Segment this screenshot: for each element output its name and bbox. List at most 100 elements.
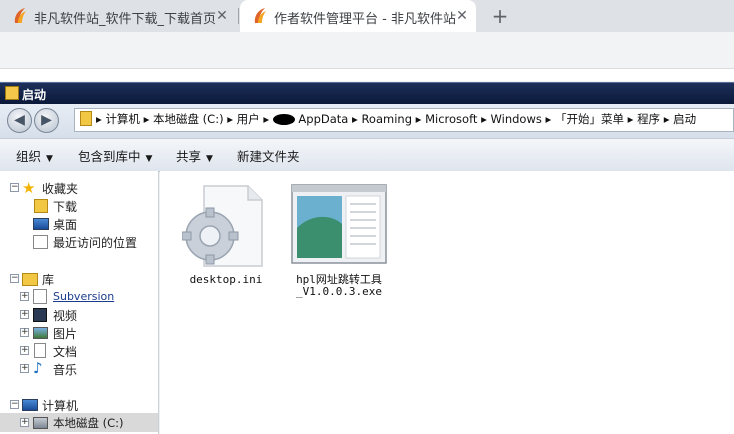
breadcrumb-sep-icon: ▸: [263, 112, 270, 126]
tree-item-pictures[interactable]: + 图片: [0, 324, 158, 342]
download-folder-icon: [34, 199, 48, 213]
include-in-library-button[interactable]: 包含到库中 ▼: [78, 146, 152, 165]
browser-toolbar: [0, 32, 734, 69]
site-favicon-icon: [254, 8, 266, 23]
breadcrumb-appdata[interactable]: AppData: [298, 112, 348, 126]
dropdown-arrow-icon: ▼: [46, 154, 53, 164]
tab-title: 非凡软件站_软件下载_下载首页: [34, 12, 217, 27]
expand-icon[interactable]: +: [20, 292, 29, 301]
breadcrumb: ▸ 计算机 ▸ 本地磁盘 (C:) ▸ 用户 ▸ AppData ▸ Roami…: [96, 111, 696, 127]
browser-tab-download-home[interactable]: 非凡软件站_软件下载_下载首页 ✕: [0, 0, 238, 32]
breadcrumb-sep-icon: ▸: [415, 112, 422, 126]
expand-icon[interactable]: +: [20, 346, 29, 355]
organize-button[interactable]: 组织 ▼: [16, 146, 53, 165]
tree-item-downloads[interactable]: 下载: [0, 197, 158, 215]
expand-icon[interactable]: +: [20, 310, 29, 319]
folder-icon: [80, 111, 92, 126]
command-label: 组织: [16, 149, 42, 164]
breadcrumb-sep-icon: ▸: [96, 112, 102, 126]
picture-icon: [33, 327, 48, 339]
breadcrumb-start-menu[interactable]: 「开始」菜单: [555, 112, 624, 126]
browser-tab-author-platform[interactable]: 作者软件管理平台 - 非凡软件站 ✕: [240, 0, 476, 32]
breadcrumb-sep-icon: ▸: [143, 112, 150, 126]
expand-icon[interactable]: +: [20, 418, 29, 427]
window-title: 启动: [22, 88, 47, 102]
dropdown-arrow-icon: ▼: [206, 154, 213, 164]
collapse-icon[interactable]: −: [10, 274, 19, 283]
tree-label: 最近访问的位置: [53, 236, 138, 250]
forward-arrow-icon: ▶: [41, 112, 52, 128]
tree-item-local-disk[interactable]: + 本地磁盘 (C:): [0, 414, 158, 432]
breadcrumb-computer[interactable]: 计算机: [105, 112, 140, 126]
tree-computer[interactable]: − 计算机: [0, 396, 158, 414]
breadcrumb-users[interactable]: 用户: [237, 112, 260, 126]
app-window-icon: [291, 184, 387, 264]
expand-icon[interactable]: +: [20, 364, 29, 373]
tree-label: 计算机: [42, 399, 79, 413]
recent-places-icon: [33, 235, 48, 249]
video-icon: [33, 308, 47, 322]
tab-close-icon[interactable]: ✕: [212, 6, 232, 26]
drive-icon: [33, 417, 48, 429]
back-arrow-icon: ◀: [14, 112, 25, 128]
breadcrumb-programs[interactable]: 程序: [637, 112, 660, 126]
breadcrumb-sep-icon: ▸: [481, 112, 487, 126]
tree-item-desktop[interactable]: 桌面: [0, 215, 158, 233]
tree-favorites[interactable]: − ★ 收藏夹: [0, 179, 158, 197]
tree-label: 本地磁盘 (C:): [53, 416, 124, 430]
library-document-icon: [33, 289, 47, 304]
tree-item-documents[interactable]: + 文档: [0, 342, 158, 360]
command-label: 包含到库中: [78, 149, 141, 164]
site-favicon-icon: [14, 8, 26, 23]
tree-label: 音乐: [53, 363, 78, 377]
breadcrumb-sep-icon: ▸: [663, 112, 670, 126]
window-titlebar: 启动: [0, 82, 734, 105]
tree-item-videos[interactable]: + 视频: [0, 306, 158, 324]
breadcrumb-windows[interactable]: Windows: [491, 112, 542, 126]
share-button[interactable]: 共享 ▼: [176, 146, 213, 165]
tree-libraries[interactable]: − 库: [0, 270, 158, 288]
tab-close-icon[interactable]: ✕: [452, 6, 472, 26]
music-note-icon: ♪: [33, 359, 43, 377]
command-label: 新建文件夹: [237, 149, 300, 164]
breadcrumb-local-disk[interactable]: 本地磁盘 (C:): [153, 112, 224, 126]
file-name: hpl网址跳转工具_V1.0.0.3.exe: [295, 273, 383, 298]
breadcrumb-sep-icon: ▸: [227, 112, 234, 126]
redacted-username[interactable]: [272, 114, 295, 125]
command-label: 共享: [176, 149, 202, 164]
tree-item-music[interactable]: + ♪ 音乐: [0, 359, 158, 378]
tab-separator: [238, 8, 239, 24]
tree-label: 图片: [53, 327, 78, 341]
breadcrumb-startup[interactable]: 启动: [673, 112, 696, 126]
tree-label: 收藏夹: [42, 182, 79, 196]
tree-label: 文档: [53, 345, 78, 359]
new-tab-button[interactable]: +: [488, 4, 512, 28]
breadcrumb-roaming[interactable]: Roaming: [361, 112, 412, 126]
collapse-icon[interactable]: −: [10, 183, 19, 192]
collapse-icon[interactable]: −: [10, 400, 19, 409]
star-icon: ★: [22, 179, 36, 197]
tree-item-recent[interactable]: 最近访问的位置: [0, 233, 158, 251]
back-button[interactable]: ◀: [7, 108, 32, 133]
tree-item-subversion[interactable]: + Subversion: [0, 288, 158, 306]
new-folder-button[interactable]: 新建文件夹: [237, 146, 300, 165]
dropdown-arrow-icon: ▼: [145, 154, 153, 164]
page-gap: [0, 69, 734, 81]
forward-button[interactable]: ▶: [34, 108, 59, 133]
tree-label: 库: [42, 273, 55, 287]
tree-label: Subversion: [53, 290, 115, 303]
expand-icon[interactable]: +: [20, 328, 29, 337]
settings-file-icon: [182, 185, 263, 267]
tree-label: 下载: [53, 200, 78, 214]
tab-title: 作者软件管理平台 - 非凡软件站: [274, 12, 456, 27]
tree-label: 视频: [53, 309, 78, 323]
file-name: desktop.ini: [189, 273, 263, 286]
breadcrumb-sep-icon: ▸: [352, 112, 358, 126]
computer-icon: [22, 399, 38, 411]
tree-label: 桌面: [53, 218, 78, 232]
breadcrumb-microsoft[interactable]: Microsoft: [425, 112, 477, 126]
desktop-icon: [33, 218, 49, 230]
folder-icon: [5, 86, 19, 100]
library-icon: [22, 273, 38, 286]
document-icon: [34, 343, 46, 358]
